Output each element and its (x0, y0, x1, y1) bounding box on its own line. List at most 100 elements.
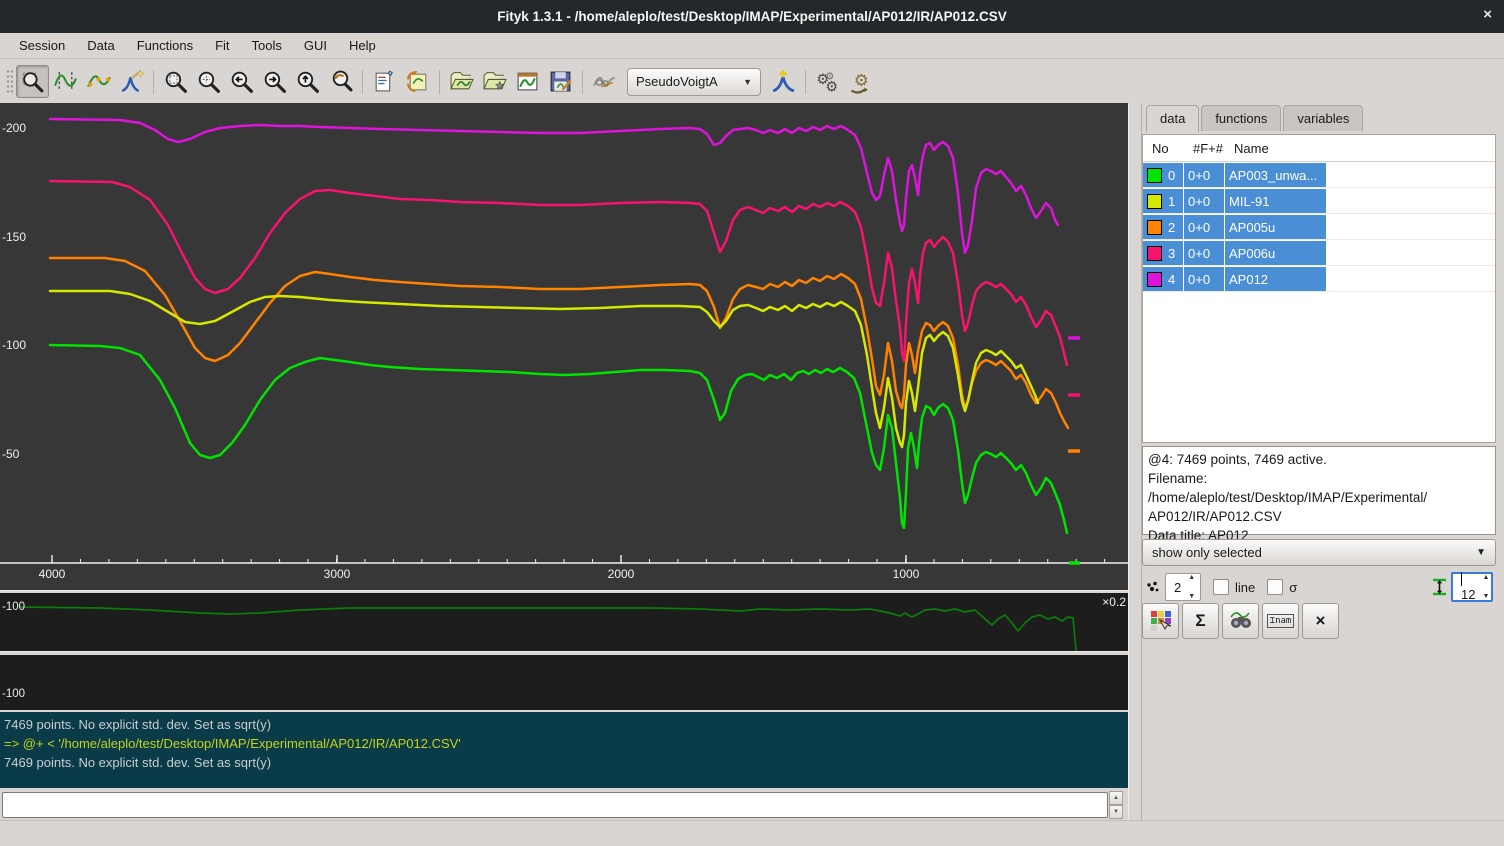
open-data-button[interactable] (445, 65, 478, 98)
up-arrow-icon[interactable]: ▲ (1482, 574, 1489, 581)
function-type-dropdown[interactable]: PseudoVoigtA ▼ (627, 68, 761, 96)
spinner-arrows[interactable]: ▲▼ (1479, 572, 1492, 602)
zoom-right-button[interactable] (258, 65, 291, 98)
save-session-button[interactable] (544, 65, 577, 98)
toolbar-grip[interactable] (6, 69, 13, 95)
plot-style-controls: 2 ▲▼ line σ 12 ▲▼ (1142, 571, 1496, 603)
down-arrow-icon[interactable]: ▼ (1188, 593, 1195, 600)
row-no-cell: 4 (1143, 267, 1184, 291)
up-arrow-icon[interactable]: ▲ (1109, 791, 1123, 805)
rename-dataset-button[interactable]: ⌶nam (1262, 603, 1299, 639)
show-mode-value: show only selected (1152, 545, 1262, 560)
delete-x-icon: × (1316, 611, 1326, 631)
auto-add-peak-button[interactable] (767, 65, 800, 98)
down-arrow-icon[interactable]: ▼ (1482, 593, 1489, 600)
zoom-up-icon (295, 69, 320, 94)
console-line: => @+ < '/home/aleplo/test/Desktop/IMAP/… (4, 734, 1128, 753)
menu-item-functions[interactable]: Functions (126, 35, 204, 56)
run-fit-icon: ⚙⚙⚙ (814, 68, 841, 95)
script-editor-button[interactable] (368, 65, 401, 98)
point-size-icon (1145, 580, 1160, 595)
strip-background-button[interactable] (588, 65, 621, 98)
zoom-selection-icon (196, 69, 221, 94)
tab-variables[interactable]: variables (1283, 105, 1363, 131)
menu-item-session[interactable]: Session (8, 35, 76, 56)
zoom-undo-icon (328, 69, 353, 94)
continue-fit-icon: ⚙ (847, 68, 874, 95)
point-size-spinner[interactable]: 2 ▲▼ (1165, 573, 1201, 601)
sidebar-tabs: data functions variables (1142, 103, 1504, 131)
tab-data[interactable]: data (1146, 105, 1199, 132)
table-row[interactable]: 20+0AP005u (1143, 215, 1495, 239)
data-range-button[interactable] (49, 65, 82, 98)
dataset-color-swatch[interactable] (1147, 220, 1162, 235)
row-name-cell: AP006u (1225, 241, 1327, 265)
column-header-f[interactable]: #F+# (1184, 141, 1225, 156)
binoculars-icon (1229, 609, 1253, 633)
add-point-button[interactable] (82, 65, 115, 98)
dataset-action-buttons: Σ ⌶nam × (1142, 603, 1496, 641)
aux-plot-2[interactable]: -100 (0, 655, 1128, 710)
output-console[interactable]: 7469 points. No explicit std. dev. Set a… (0, 712, 1128, 788)
column-header-no[interactable]: No (1143, 141, 1184, 156)
table-row[interactable]: 40+0AP012 (1143, 267, 1495, 291)
column-header-name[interactable]: Name (1225, 141, 1327, 156)
zoom-selection-button[interactable] (192, 65, 225, 98)
y-shift-spinner[interactable]: 12 ▲▼ (1451, 572, 1493, 602)
sigma-sum-icon: Σ (1195, 611, 1205, 631)
menubar: SessionDataFunctionsFitToolsGUIHelp (0, 33, 1504, 59)
dataset-color-swatch[interactable] (1147, 246, 1162, 261)
run-fit-button[interactable]: ⚙⚙⚙ (811, 65, 844, 98)
add-peak-wand-button[interactable] (115, 65, 148, 98)
delete-dataset-button[interactable]: × (1302, 603, 1339, 639)
spinner-arrows[interactable]: ▲▼ (1185, 572, 1198, 602)
menu-item-data[interactable]: Data (76, 35, 125, 56)
row-f-cell: 0+0 (1184, 163, 1225, 187)
command-input[interactable] (2, 792, 1108, 818)
continue-fit-button[interactable]: ⚙ (844, 65, 877, 98)
dataset-info-line: Filename: /home/aleplo/test/Desktop/IMAP… (1148, 469, 1490, 507)
table-row[interactable]: 30+0AP006u (1143, 241, 1495, 265)
open-data-custom-button[interactable] (478, 65, 511, 98)
zoom-rectangle-button[interactable] (16, 65, 49, 98)
menu-item-tools[interactable]: Tools (241, 35, 293, 56)
tab-functions[interactable]: functions (1201, 105, 1281, 131)
find-peaks-button[interactable] (1222, 603, 1259, 639)
dataset-color-swatch[interactable] (1147, 194, 1162, 209)
show-mode-dropdown[interactable]: show only selected ▼ (1142, 539, 1496, 566)
zoom-undo-button[interactable] (324, 65, 357, 98)
save-image-button[interactable] (511, 65, 544, 98)
svg-text:×0.2: ×0.2 (1102, 595, 1126, 609)
main-plot[interactable]: 4000300020001000-200-150-100-50 (0, 103, 1128, 590)
menu-item-fit[interactable]: Fit (204, 35, 240, 56)
menu-item-help[interactable]: Help (338, 35, 387, 56)
command-input-row: ▲▼ (0, 789, 1128, 820)
svg-text:1000: 1000 (893, 567, 920, 581)
aux-plot-1[interactable]: -100×0.2 (0, 593, 1128, 651)
zoom-left-button[interactable] (225, 65, 258, 98)
line-checkbox-label: line (1235, 580, 1255, 595)
session-log-button[interactable] (401, 65, 434, 98)
up-arrow-icon[interactable]: ▲ (1188, 574, 1195, 581)
y-shift-icon (1432, 577, 1447, 597)
dataset-color-swatch[interactable] (1147, 168, 1162, 183)
dataset-color-swatch[interactable] (1147, 272, 1162, 287)
color-palette-button[interactable] (1142, 603, 1179, 639)
command-history-spinner[interactable]: ▲▼ (1109, 791, 1123, 819)
zoom-all-button[interactable] (159, 65, 192, 98)
close-window-button[interactable]: × (1483, 6, 1492, 23)
panel-splitter[interactable] (1128, 103, 1142, 820)
sum-button[interactable]: Σ (1182, 603, 1219, 639)
chevron-down-icon: ▼ (1476, 547, 1486, 558)
sigma-checkbox[interactable] (1267, 579, 1283, 595)
rename-icon: ⌶nam (1267, 614, 1295, 628)
menu-item-gui[interactable]: GUI (293, 35, 338, 56)
function-type-value: PseudoVoigtA (636, 74, 718, 89)
down-arrow-icon[interactable]: ▼ (1109, 805, 1123, 819)
add-peak-wand-icon (119, 69, 144, 94)
line-checkbox[interactable] (1213, 579, 1229, 595)
zoom-up-button[interactable] (291, 65, 324, 98)
y-shift-value: 12 (1453, 572, 1479, 602)
table-row[interactable]: 10+0MIL-91 (1143, 189, 1495, 213)
table-row[interactable]: 00+0AP003_unwa... (1143, 163, 1495, 187)
